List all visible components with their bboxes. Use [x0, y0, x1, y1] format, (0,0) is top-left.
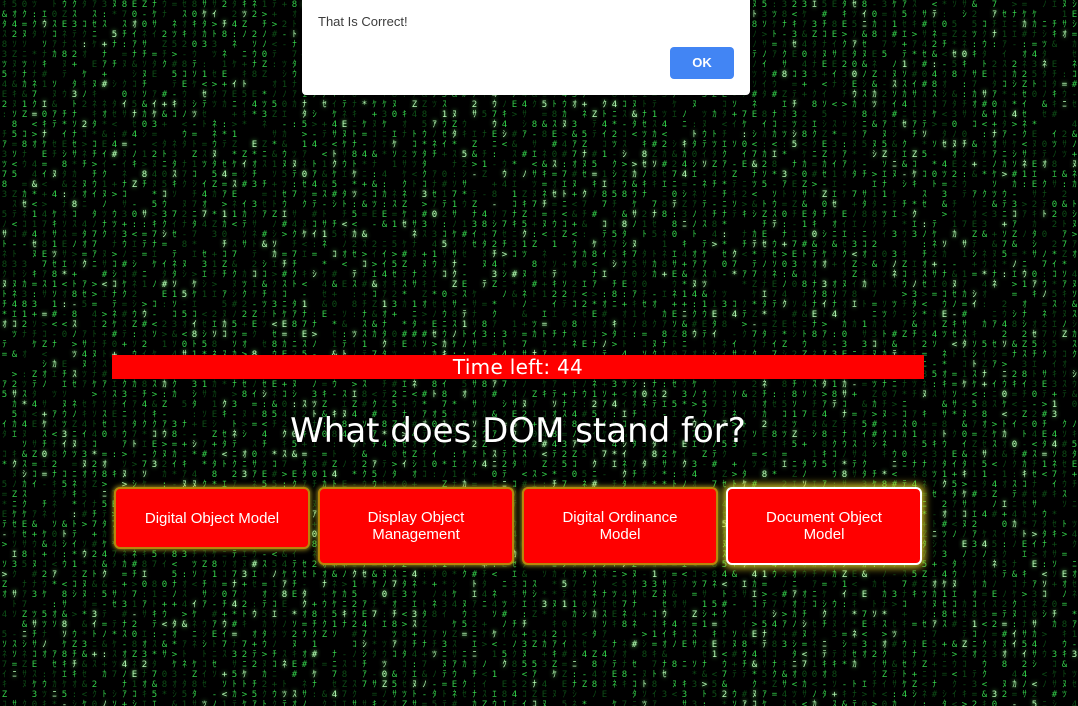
answer-label: Display Object Management — [367, 509, 465, 543]
answer-button-2[interactable]: Display Object Management — [318, 487, 514, 565]
time-left-bar: Time left: 44 — [112, 355, 924, 379]
question-title: What does DOM stand for? — [290, 411, 746, 451]
alert-message: That Is Correct! — [318, 14, 408, 29]
answer-button-1[interactable]: Digital Object Model — [114, 487, 310, 549]
time-left-label: Time left: 44 — [452, 355, 584, 379]
alert-dialog: That Is Correct! OK — [302, 0, 750, 95]
matrix-rain-background: ｷ & ﾀ ｽ 8 3 ﾂ 5 4 E 2 : ﾁ ｱ 3 ﾂ 7 8 3 5 … — [0, 0, 1078, 706]
answer-label: Document Object Model — [766, 509, 882, 543]
answer-button-4[interactable]: Document Object Model — [726, 487, 922, 565]
alert-ok-button[interactable]: OK — [670, 47, 734, 79]
answer-label: Digital Ordinance Model — [562, 509, 678, 543]
answer-label: Digital Object Model — [144, 509, 280, 527]
answer-button-3[interactable]: Digital Ordinance Model — [522, 487, 718, 565]
